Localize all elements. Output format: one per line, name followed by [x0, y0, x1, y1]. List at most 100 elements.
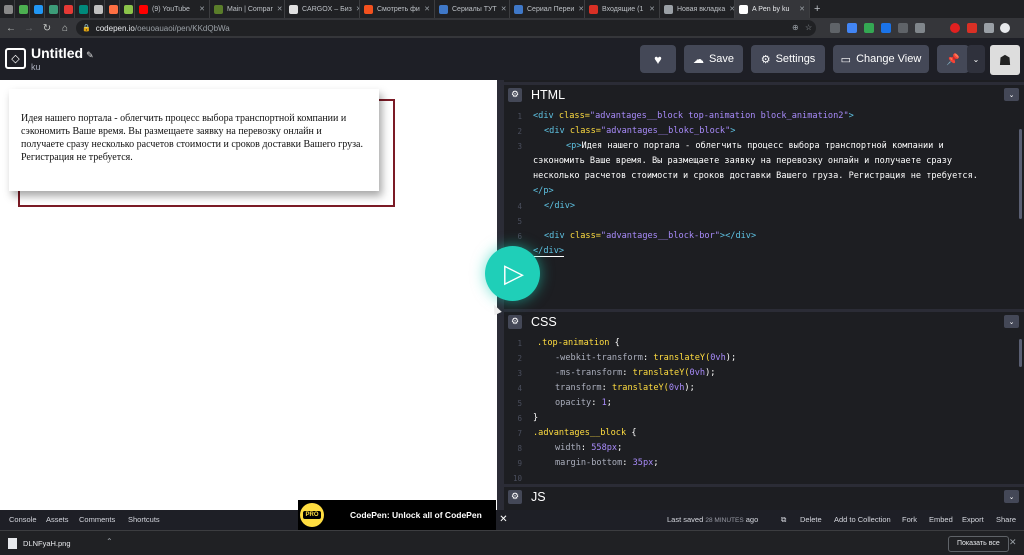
tab-close-icon[interactable]: ✕	[497, 5, 507, 13]
fork-button[interactable]: Fork	[902, 510, 917, 530]
browser-tab[interactable]	[0, 0, 15, 18]
export-button[interactable]: Export	[962, 510, 984, 530]
css-code[interactable]: 1 .top-animation { 2 -webkit-transform: tr…	[504, 336, 1024, 482]
browser-tab[interactable]: Main | Compar ✕	[210, 0, 285, 18]
home-icon[interactable]: ⌂	[58, 23, 72, 34]
js-settings-gear-icon[interactable]: ⚙	[508, 489, 522, 504]
extension-green-icon[interactable]	[864, 23, 874, 33]
downloads-close-icon[interactable]: ✕	[1009, 537, 1017, 548]
browser-tab[interactable]	[15, 0, 30, 18]
tab-close-icon[interactable]: ✕	[420, 5, 430, 13]
tab-close-icon[interactable]: ✕	[574, 5, 584, 13]
tab-favicon-icon	[64, 4, 73, 14]
love-button[interactable]: ♥	[640, 45, 676, 73]
browser-tab[interactable]	[45, 0, 60, 18]
html-collapse-chevron-icon[interactable]: ⌄	[1004, 88, 1019, 101]
code-token: <div	[544, 126, 565, 136]
bookmark-star-icon[interactable]: ☆	[805, 23, 812, 32]
extension-gray-icon[interactable]	[915, 23, 925, 33]
browser-tab[interactable]: Сериал Переи ✕	[510, 0, 585, 18]
browser-tab[interactable]	[60, 0, 75, 18]
embed-button[interactable]: Embed	[929, 510, 953, 530]
pin-button[interactable]: 📌	[937, 45, 969, 73]
new-tab-button[interactable]: +	[810, 0, 824, 18]
codepen-logo-icon[interactable]: ◇	[5, 48, 26, 69]
browser-tab[interactable]: (9) YouTube ✕	[135, 0, 210, 18]
forward-icon[interactable]: →	[22, 23, 36, 34]
code-line: несколько расчетов стоимости и сроков до…	[504, 169, 1024, 184]
extension-link-icon[interactable]	[830, 23, 840, 33]
download-item[interactable]: DLNFyaH.png	[8, 538, 71, 549]
code-token: <div	[544, 231, 565, 241]
run-play-button[interactable]: ▷	[485, 246, 540, 301]
address-bar[interactable]: 🔒 codepen.io/oeuoauaoi/pen/KKdQbWa ⊕ ☆	[76, 20, 816, 36]
promo-close-icon[interactable]: ✕	[497, 513, 510, 526]
save-button[interactable]: ☁ Save	[684, 45, 743, 73]
extension-shield-icon[interactable]	[847, 23, 857, 33]
code-line: 4 </div>	[504, 199, 1024, 214]
user-avatar[interactable]: ☗	[990, 45, 1020, 75]
pen-title[interactable]: Untitled ✎	[31, 45, 94, 61]
tab-close-icon[interactable]: ✕	[195, 5, 205, 13]
tab-close-icon[interactable]: ✕	[725, 5, 734, 13]
extension-opera-icon[interactable]	[950, 23, 960, 33]
css-scrollbar[interactable]	[1019, 339, 1022, 367]
line-number: 6	[517, 414, 522, 423]
extensions-puzzle-icon[interactable]	[984, 23, 994, 33]
browser-tab[interactable]	[105, 0, 120, 18]
comments-button[interactable]: Comments	[71, 510, 123, 530]
tab-close-icon[interactable]: ✕	[795, 5, 805, 13]
html-settings-gear-icon[interactable]: ⚙	[508, 87, 522, 102]
download-chevron-up-icon[interactable]: ⌃	[106, 537, 113, 546]
pro-promo-banner[interactable]: PRO CodePen: Unlock all of CodePen	[298, 500, 496, 530]
html-scrollbar[interactable]	[1019, 129, 1022, 219]
pencil-icon[interactable]: ✎	[86, 50, 94, 60]
tab-favicon-icon	[514, 4, 523, 14]
share-button[interactable]: Share	[996, 510, 1016, 530]
tab-favicon-icon	[139, 4, 148, 14]
code-token: 0vh	[689, 368, 706, 378]
browser-tab[interactable]: Входящие (1 ✕	[585, 0, 660, 18]
code-line: 5	[504, 214, 1024, 229]
change-view-button[interactable]: ▭ Change View	[833, 45, 929, 73]
extension-red-icon[interactable]	[967, 23, 977, 33]
tab-close-icon[interactable]: ✕	[645, 5, 655, 13]
browser-tab[interactable]: Смотреть фи ✕	[360, 0, 435, 18]
back-icon[interactable]: ←	[4, 23, 18, 34]
line-number: 5	[517, 217, 522, 226]
browser-tab[interactable]	[30, 0, 45, 18]
browser-tab[interactable]: Сериалы ТУТ ✕	[435, 0, 510, 18]
extension-grid-icon[interactable]	[898, 23, 908, 33]
zoom-icon[interactable]: ⊕	[792, 23, 799, 32]
settings-button[interactable]: ⚙ Settings	[751, 45, 825, 73]
reload-icon[interactable]: ↻	[40, 23, 54, 34]
pro-badge-icon: PRO	[300, 503, 324, 527]
css-collapse-chevron-icon[interactable]: ⌄	[1004, 315, 1019, 328]
tab-close-icon[interactable]: ✕	[273, 5, 283, 13]
show-all-downloads-button[interactable]: Показать все	[948, 536, 1009, 552]
tab-favicon-icon	[109, 4, 118, 14]
open-external-icon[interactable]: ⧉	[781, 510, 786, 530]
browser-tab[interactable]	[120, 0, 135, 18]
browser-tab[interactable]: A Pen by ku ✕	[735, 0, 810, 18]
extension-new-icon[interactable]	[881, 23, 891, 33]
add-to-collection-button[interactable]: Add to Collection	[834, 510, 891, 530]
browser-tab[interactable]: Новая вкладка ✕	[660, 0, 735, 18]
profile-avatar-icon[interactable]	[1000, 23, 1010, 33]
code-token: "advantages__block top-animation block_a…	[589, 111, 849, 121]
html-code[interactable]: 1 <div class="advantages__block top-anima…	[504, 109, 1024, 300]
save-label: Save	[708, 53, 735, 65]
tab-close-icon[interactable]: ✕	[352, 5, 359, 13]
shortcuts-button[interactable]: Shortcuts	[120, 510, 168, 530]
pin-menu-button[interactable]: ⌄	[967, 45, 985, 73]
css-settings-gear-icon[interactable]: ⚙	[508, 314, 522, 329]
promo-text: CodePen: Unlock all of CodePen	[350, 510, 482, 520]
code-line: 6 <div class="advantages__block-bor"></di…	[504, 229, 1024, 244]
delete-button[interactable]: Delete	[800, 510, 822, 530]
pen-author[interactable]: ku	[31, 62, 41, 72]
code-token: class=	[564, 126, 601, 136]
browser-tab[interactable]	[90, 0, 105, 18]
browser-tab[interactable]: CARGOX – Биз✕	[285, 0, 360, 18]
browser-tab[interactable]	[75, 0, 90, 18]
js-collapse-chevron-icon[interactable]: ⌄	[1004, 490, 1019, 503]
